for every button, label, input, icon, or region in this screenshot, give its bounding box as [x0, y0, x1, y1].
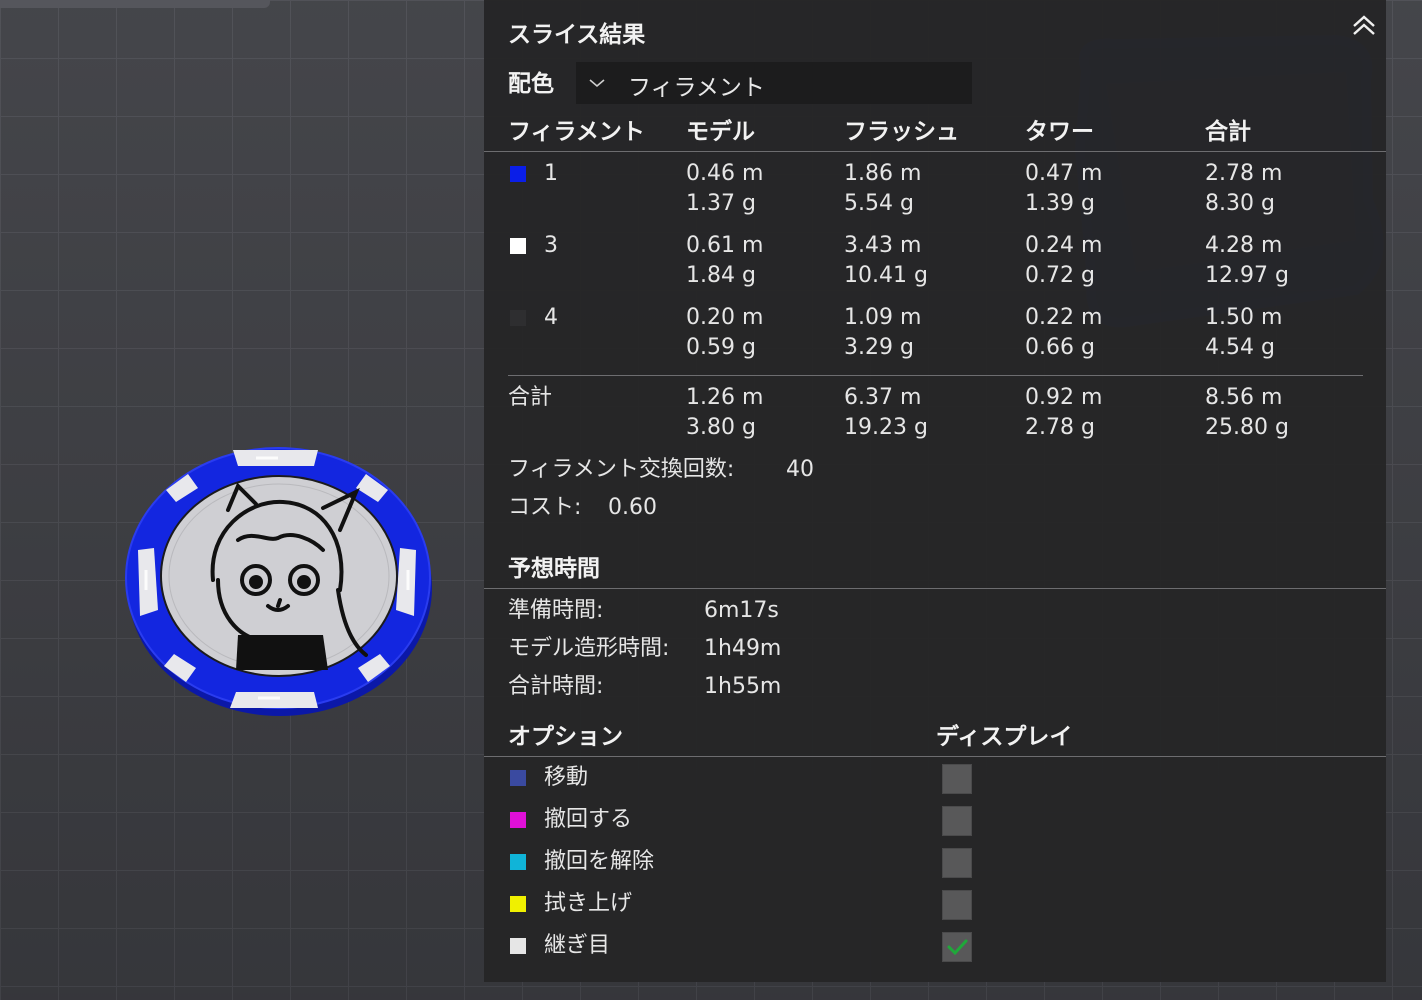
option-label: 継ぎ目	[544, 933, 611, 958]
filament-color-swatch	[510, 310, 526, 326]
model-weight: 1.37 g	[686, 191, 756, 216]
option-color-swatch	[510, 896, 526, 912]
filament-change-value: 40	[786, 457, 814, 482]
chevron-down-icon	[589, 79, 605, 88]
model-weight: 3.80 g	[686, 415, 756, 440]
total-length: 1.50 m	[1205, 305, 1283, 330]
tower-weight: 2.78 g	[1025, 415, 1095, 440]
model-print-time-label: モデル造形時間:	[508, 636, 670, 661]
col-header-total: 合計	[1205, 119, 1251, 145]
model-weight: 1.84 g	[686, 263, 756, 288]
display-header: ディスプレイ	[936, 724, 1073, 750]
model-length: 0.46 m	[686, 161, 764, 186]
total-weight: 25.80 g	[1205, 415, 1289, 440]
tower-length: 0.47 m	[1025, 161, 1103, 186]
col-header-filament: フィラメント	[508, 119, 645, 145]
filament-id: 4	[544, 305, 558, 330]
col-header-model: モデル	[686, 119, 755, 145]
prep-time-label: 準備時間:	[508, 598, 604, 623]
model-length: 0.61 m	[686, 233, 764, 258]
tower-length: 0.24 m	[1025, 233, 1103, 258]
top-toolbar-edge	[0, 0, 270, 8]
option-color-swatch	[510, 854, 526, 870]
flush-length: 3.43 m	[844, 233, 922, 258]
tower-weight: 0.66 g	[1025, 335, 1095, 360]
model-length: 0.20 m	[686, 305, 764, 330]
option-label: 撤回を解除	[544, 849, 655, 874]
total-time-label: 合計時間:	[508, 674, 604, 699]
option-label: 移動	[544, 765, 589, 790]
color-scheme-label: 配色	[508, 71, 554, 97]
flush-weight: 10.41 g	[844, 263, 928, 288]
tower-length: 0.22 m	[1025, 305, 1103, 330]
display-checkbox-travel[interactable]	[942, 764, 972, 794]
color-scheme-dropdown[interactable]: フィラメント	[576, 62, 972, 104]
total-weight: 12.97 g	[1205, 263, 1289, 288]
option-label: 拭き上げ	[544, 891, 633, 916]
divider	[508, 375, 1363, 376]
divider	[484, 756, 1386, 757]
total-length: 8.56 m	[1205, 385, 1283, 410]
flush-length: 1.86 m	[844, 161, 922, 186]
filament-id: 1	[544, 161, 558, 186]
option-color-swatch	[510, 812, 526, 828]
filament-color-swatch	[510, 238, 526, 254]
total-length: 4.28 m	[1205, 233, 1283, 258]
display-checkbox-seam[interactable]	[942, 932, 972, 962]
display-checkbox-unretract[interactable]	[942, 848, 972, 878]
estimated-time-title: 予想時間	[508, 556, 600, 582]
col-header-flush: フラッシュ	[844, 119, 959, 145]
cost-value: 0.60	[608, 495, 657, 520]
tower-length: 0.92 m	[1025, 385, 1103, 410]
filament-id: 3	[544, 233, 558, 258]
chip-model[interactable]	[118, 430, 444, 730]
flush-weight: 19.23 g	[844, 415, 928, 440]
divider	[484, 151, 1386, 152]
total-time-value: 1h55m	[704, 674, 782, 699]
divider	[484, 588, 1386, 589]
display-checkbox-wipe[interactable]	[942, 890, 972, 920]
model-weight: 0.59 g	[686, 335, 756, 360]
flush-weight: 5.54 g	[844, 191, 914, 216]
totals-label: 合計	[508, 385, 553, 410]
tower-weight: 1.39 g	[1025, 191, 1095, 216]
model-print-time-value: 1h49m	[704, 636, 782, 661]
total-weight: 8.30 g	[1205, 191, 1275, 216]
tower-weight: 0.72 g	[1025, 263, 1095, 288]
prep-time-value: 6m17s	[704, 598, 779, 623]
panel-title: スライス結果	[508, 22, 646, 48]
cost-label: コスト:	[508, 495, 582, 520]
color-scheme-value: フィラメント	[628, 75, 765, 101]
display-checkbox-retract[interactable]	[942, 806, 972, 836]
filament-change-label: フィラメント交換回数:	[508, 457, 735, 482]
option-color-swatch	[510, 938, 526, 954]
options-header: オプション	[508, 724, 623, 750]
slice-result-panel: スライス結果 配色 フィラメント フィラメント モデル フラッシュ タワー 合計…	[484, 0, 1386, 982]
flush-weight: 3.29 g	[844, 335, 914, 360]
col-header-tower: タワー	[1025, 119, 1094, 145]
total-weight: 4.54 g	[1205, 335, 1275, 360]
checkmark-icon	[947, 939, 968, 956]
filament-color-swatch	[510, 166, 526, 182]
flush-length: 6.37 m	[844, 385, 922, 410]
option-color-swatch	[510, 770, 526, 786]
model-length: 1.26 m	[686, 385, 764, 410]
total-length: 2.78 m	[1205, 161, 1283, 186]
option-label: 撤回する	[544, 807, 633, 832]
chevron-double-up-icon[interactable]	[1350, 12, 1378, 40]
flush-length: 1.09 m	[844, 305, 922, 330]
